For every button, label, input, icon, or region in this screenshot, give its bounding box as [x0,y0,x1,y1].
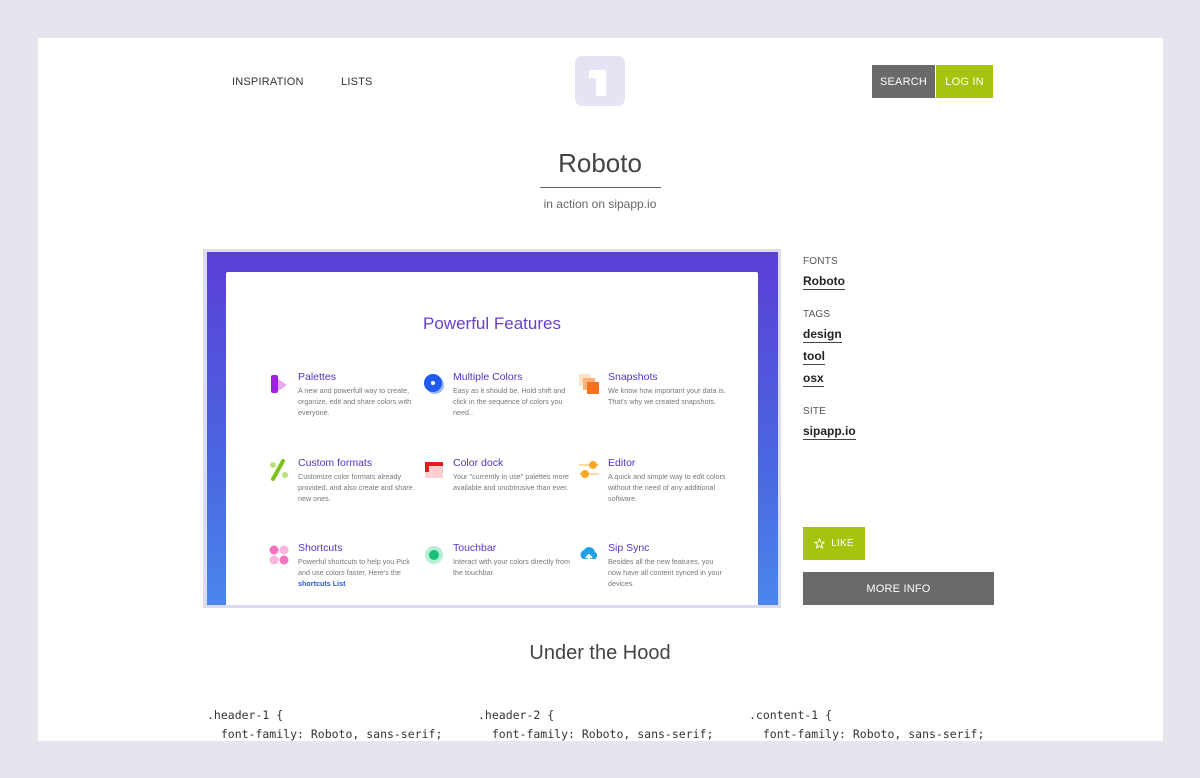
code-selector: .header-1 { [207,708,284,722]
site-preview-image[interactable]: Powerful Features Palettes A new and pow… [207,252,778,605]
feature-title: Palettes [298,371,336,383]
touchbar-icon [425,546,443,564]
nav-inspiration-link[interactable]: INSPIRATION [232,76,304,88]
feature-desc: Easy as it should be. Hold shift and cli… [453,386,566,417]
multiple-colors-icon [424,374,444,394]
site-link[interactable]: sipapp.io [803,424,856,440]
site-logo[interactable] [575,56,625,106]
feature-desc: Interact with your colors directly from … [453,557,571,577]
tag-link-tool[interactable]: tool [803,349,825,365]
feature-title: Editor [608,457,636,469]
shortcuts-list-link[interactable]: shortcuts List [298,579,346,588]
feature-desc: Customize color formats already provided… [298,472,413,503]
feature-desc: Your "currently in use" palettes more av… [453,472,569,492]
feature-title: Color dock [453,457,504,469]
login-button[interactable]: LOG IN [936,65,993,98]
like-button[interactable]: LIKE [803,527,865,560]
nav-lists-link[interactable]: LISTS [341,76,373,88]
code-block-header-1: .header-1 { font-family: Roboto, sans-se… [207,706,442,744]
logo-one-icon [589,70,606,96]
feature-title: Sip Sync [608,542,650,554]
page-title: Roboto [558,148,642,178]
feature-desc: Powerful shortcuts to help you Pick and … [298,556,418,589]
feature-desc: We know how important your data is. That… [608,386,726,406]
code-block-header-2: .header-2 { font-family: Roboto, sans-se… [478,706,713,744]
site-label: SITE [803,406,827,417]
tag-link-design[interactable]: design [803,327,842,343]
shortcuts-icon [269,545,289,565]
feature-desc: A quick and simple way to edit colors wi… [608,472,726,503]
code-block-content-1: .content-1 { font-family: Roboto, sans-s… [749,706,984,744]
code-selector: .header-2 { [478,708,555,722]
more-info-button[interactable]: MORE INFO [803,572,994,605]
sip-sync-icon [580,547,598,565]
like-label: LIKE [831,538,854,549]
code-selector: .content-1 { [749,708,833,722]
feature-title: Touchbar [453,542,497,554]
tags-label: TAGS [803,309,831,320]
custom-formats-icon [270,459,288,481]
feature-desc-text: Powerful shortcuts to help you Pick and … [298,557,410,577]
page-subtitle: in action on sipapp.io [543,197,657,211]
feature-desc: Besides all the new features, you now ha… [608,557,722,588]
preview-card: Powerful Features Palettes A new and pow… [226,272,758,605]
search-button[interactable]: SEARCH [872,65,935,98]
feature-title: Multiple Colors [453,371,523,383]
color-dock-icon [425,462,443,478]
title-divider [540,187,661,188]
page-bottom-margin [0,741,1200,778]
editor-icon [579,461,599,478]
fonts-label: FONTS [803,256,838,267]
feature-desc: A new and powerfull way to create, organ… [298,386,412,417]
feature-title: Shortcuts [298,542,343,554]
star-icon [814,538,826,549]
preview-heading: Powerful Features [423,314,561,333]
font-link-roboto[interactable]: Roboto [803,274,845,290]
snapshots-icon [579,374,599,394]
tag-link-osx[interactable]: osx [803,371,824,387]
palettes-icon [271,375,287,393]
feature-title: Snapshots [608,371,658,383]
feature-title: Custom formats [298,457,373,469]
under-the-hood-heading: Under the Hood [529,642,671,664]
